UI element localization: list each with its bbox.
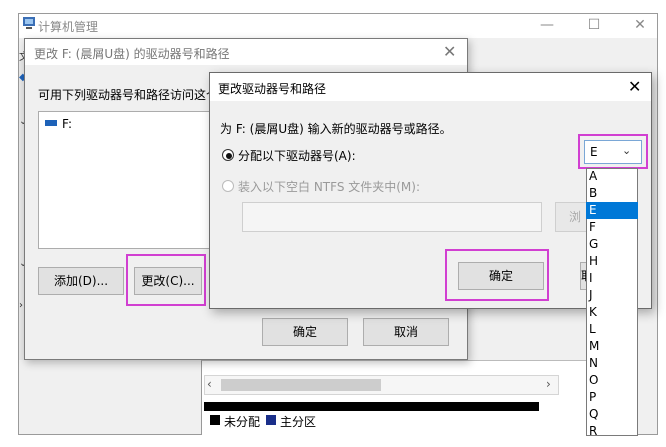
mount-folder-label[interactable]: 装入以下空白 NTFS 文件夹中(M): (238, 178, 420, 195)
tree-collapse-icon[interactable]: › (19, 300, 23, 311)
main-titlebar (19, 14, 657, 38)
mount-folder-radio[interactable] (222, 180, 234, 192)
ok-button[interactable]: 确定 (458, 262, 544, 290)
legend-unallocated-label: 未分配 (224, 415, 261, 429)
change-dialog-description: 可用下列驱动器号和路径访问这个 (38, 88, 219, 102)
dropdown-option[interactable]: A (586, 168, 638, 185)
legend-primary-label: 主分区 (280, 415, 317, 429)
assign-dialog-title: 更改驱动器号和路径 (218, 82, 327, 96)
dropdown-option[interactable]: E (586, 202, 638, 219)
assign-dialog-prompt: 为 F: (晨屑U盘) 输入新的驱动器号或路径。 (220, 122, 452, 136)
dropdown-option[interactable]: J (586, 287, 638, 304)
scroll-left-icon[interactable]: ‹ (207, 377, 212, 391)
add-button[interactable]: 添加(D)... (38, 267, 124, 295)
legend-unallocated-swatch (210, 415, 220, 425)
computer-management-icon (23, 17, 35, 29)
dropdown-option[interactable]: F (586, 219, 638, 236)
close-icon[interactable]: ✕ (628, 77, 641, 96)
disk-bar (204, 402, 539, 411)
scroll-right-icon[interactable]: › (546, 377, 551, 391)
dropdown-option[interactable]: G (586, 236, 638, 253)
dropdown-option[interactable]: R (586, 423, 638, 436)
assign-letter-label[interactable]: 分配以下驱动器号(A): (238, 147, 356, 164)
main-window-title: 计算机管理 (38, 20, 99, 34)
dropdown-option[interactable]: I (586, 270, 638, 287)
dropdown-option[interactable]: P (586, 389, 638, 406)
dropdown-option[interactable]: O (586, 372, 638, 389)
dropdown-option[interactable]: Q (586, 406, 638, 423)
dropdown-option[interactable]: B (586, 185, 638, 202)
legend-primary-swatch (266, 415, 276, 425)
ok-button[interactable]: 确定 (262, 318, 348, 346)
folder-path-input[interactable] (242, 202, 542, 232)
combobox-highlight (578, 134, 648, 169)
scrollbar-thumb[interactable] (221, 379, 381, 391)
change-dialog-title: 更改 F: (晨屑U盘) 的驱动器号和路径 (34, 47, 230, 61)
cancel-button[interactable]: 取消 (363, 318, 449, 346)
dropdown-option[interactable]: K (586, 304, 638, 321)
chevron-down-icon[interactable]: ⌄ (622, 144, 631, 157)
minimize-icon[interactable]: — (537, 16, 557, 34)
drive-path-list[interactable] (38, 111, 218, 249)
radio-selected-dot (226, 153, 232, 159)
selected-drive-letter: E (590, 145, 598, 159)
close-icon[interactable]: ✕ (443, 42, 456, 61)
close-icon[interactable]: ✕ (630, 16, 650, 34)
dropdown-option[interactable]: M (586, 338, 638, 355)
dropdown-option[interactable]: L (586, 321, 638, 338)
drive-icon (45, 120, 57, 126)
dropdown-option[interactable]: N (586, 355, 638, 372)
dropdown-option[interactable]: H (586, 253, 638, 270)
maximize-icon[interactable]: ☐ (584, 16, 604, 34)
list-item[interactable]: F: (62, 117, 72, 131)
change-button[interactable]: 更改(C)... (134, 267, 202, 295)
